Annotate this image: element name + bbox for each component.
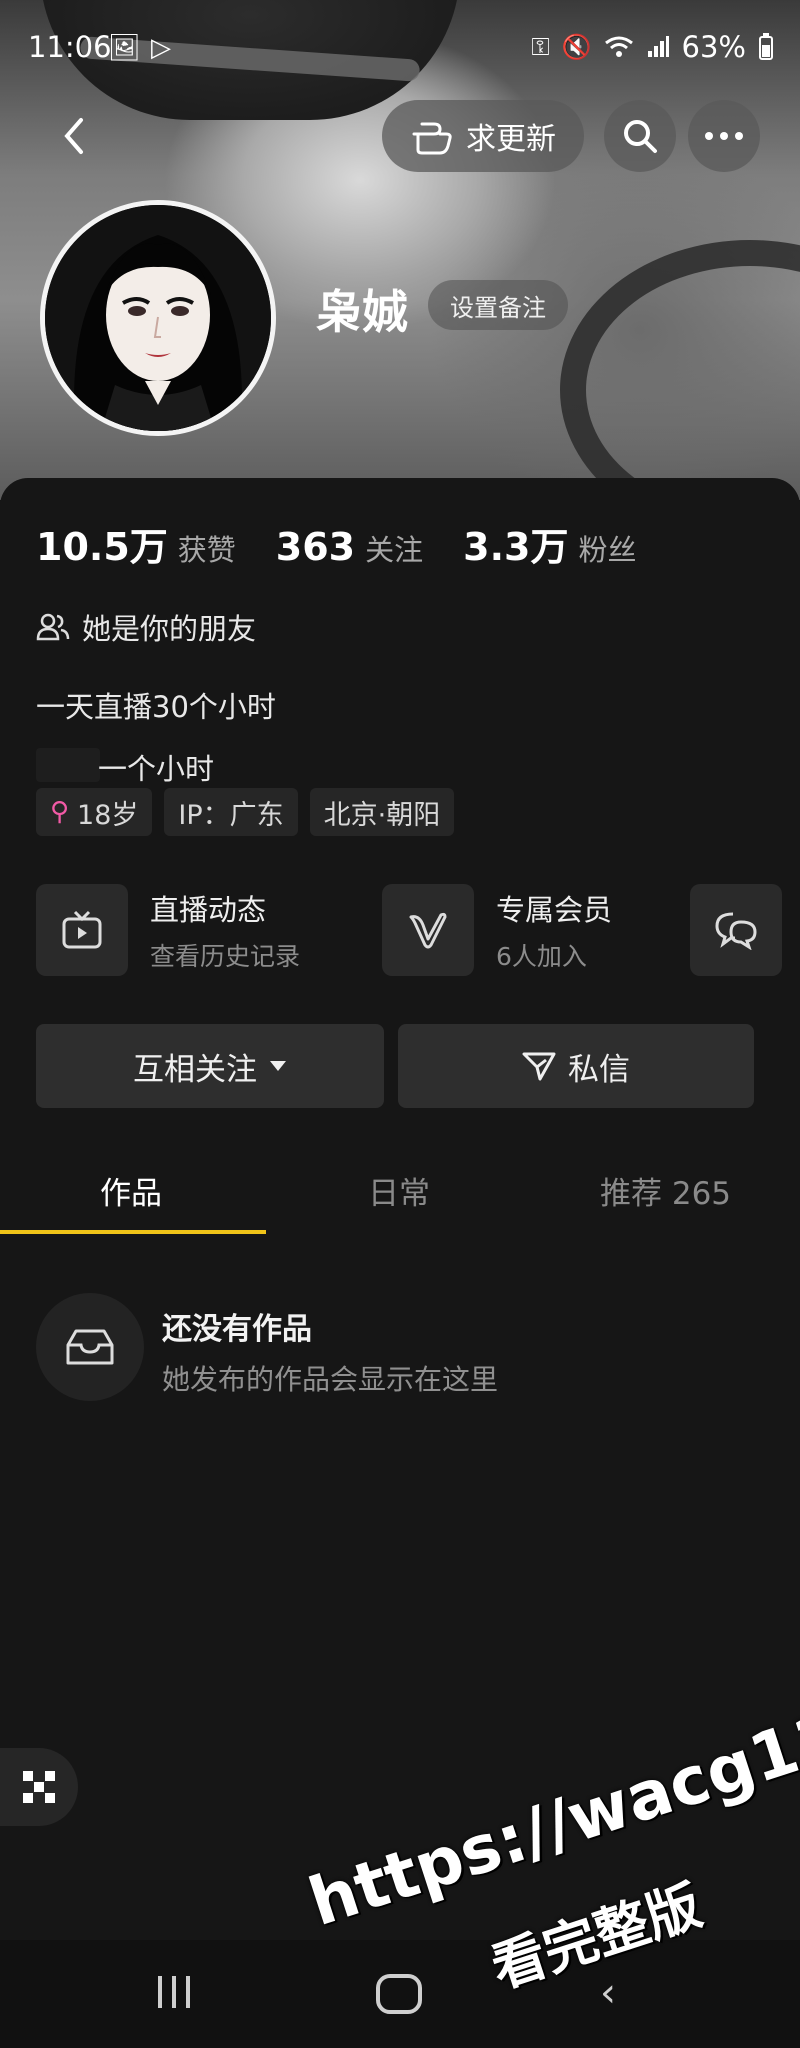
tv-icon xyxy=(36,884,128,976)
chat-bubbles-icon xyxy=(690,884,782,976)
gallery-icon: 🖼 xyxy=(108,33,142,63)
mutual-follow-button[interactable]: 互相关注 xyxy=(36,1024,384,1108)
bio-line: 一天直播30个小时 xyxy=(36,690,276,724)
content-tabs: 作品 日常 推荐 265 xyxy=(0,1168,800,1234)
profile-tags: ⚲ 18岁 IP：广东 北京·朝阳 xyxy=(36,788,455,836)
relation-info: 她是你的朋友 xyxy=(36,606,256,648)
tag-text: 18岁 xyxy=(77,799,139,831)
tab-recommended[interactable]: 推荐 265 xyxy=(600,1168,731,1213)
bio-obscured-text xyxy=(36,748,100,782)
request-update-button[interactable]: 求更新 xyxy=(382,100,584,172)
tag-location: 北京·朝阳 xyxy=(309,788,455,836)
friends-icon xyxy=(36,613,70,641)
stats-row: 10.5万 获赞 363 关注 3.3万 粉丝 xyxy=(36,516,636,571)
battery-level: 63% xyxy=(681,30,746,64)
status-time: 11:06 xyxy=(28,30,112,64)
caret-down-icon xyxy=(270,1061,286,1071)
live-history-title: 直播动态 xyxy=(150,893,267,927)
vip-membership-card[interactable]: 专属会员 6人加入 xyxy=(382,884,612,976)
mutual-follow-label: 互相关注 xyxy=(133,1051,257,1088)
set-remark-button[interactable]: 设置备注 xyxy=(428,280,568,330)
back-button[interactable] xyxy=(38,100,110,172)
tab-works[interactable]: 作品 xyxy=(100,1168,162,1213)
live-history-card[interactable]: 直播动态 查看历史记录 xyxy=(36,884,300,976)
female-icon: ⚲ xyxy=(50,797,70,827)
status-notification-icons: 🖼 ▷ xyxy=(108,33,171,63)
tag-age: ⚲ 18岁 xyxy=(36,788,153,836)
pointing-hand-icon xyxy=(412,122,452,155)
private-message-label: 私信 xyxy=(568,1051,630,1088)
battery-icon xyxy=(759,33,773,60)
stat-label: 关注 xyxy=(365,533,424,567)
floating-qr-button[interactable] xyxy=(0,1748,78,1826)
empty-state-title: 还没有作品 xyxy=(162,1312,312,1347)
search-button[interactable] xyxy=(604,100,676,172)
chevron-left-icon xyxy=(64,118,83,154)
bio-line: 一个小时 xyxy=(98,752,215,786)
relation-text: 她是你的朋友 xyxy=(82,612,257,646)
key-icon: ⚿ xyxy=(531,33,550,61)
empty-state-subtitle: 她发布的作品会显示在这里 xyxy=(162,1363,499,1396)
tag-text: 北京·朝阳 xyxy=(323,799,441,831)
system-navigation-bar: ‹ xyxy=(0,1940,800,2048)
username: 枭娍 xyxy=(316,285,408,339)
cover-wheel-shape xyxy=(560,240,800,500)
recent-apps-icon[interactable] xyxy=(154,1974,194,2010)
avatar-illustration xyxy=(45,205,271,431)
search-icon xyxy=(624,120,657,153)
tab-daily[interactable]: 日常 xyxy=(368,1168,430,1213)
stat-likes[interactable]: 10.5万 获赞 xyxy=(36,516,236,571)
stat-value: 363 xyxy=(275,525,356,569)
request-update-label: 求更新 xyxy=(466,122,556,157)
active-tab-indicator xyxy=(0,1230,266,1234)
tag-ip: IP：广东 xyxy=(164,788,298,836)
status-right-icons: ⚿ 🔇 63% xyxy=(531,30,774,64)
v-icon xyxy=(382,884,474,976)
inbox-icon xyxy=(36,1293,144,1401)
private-message-button[interactable]: 私信 xyxy=(398,1024,754,1108)
stat-value: 3.3万 xyxy=(463,525,569,569)
stat-label: 粉丝 xyxy=(578,533,637,567)
stat-followers[interactable]: 3.3万 粉丝 xyxy=(463,516,636,571)
qr-code-icon xyxy=(23,1771,55,1803)
stat-following[interactable]: 363 关注 xyxy=(276,525,423,569)
vip-membership-subtitle: 6人加入 xyxy=(496,942,587,971)
home-icon[interactable] xyxy=(376,1974,422,2014)
play-store-icon: ▷ xyxy=(151,33,172,63)
tag-text: IP：广东 xyxy=(178,799,284,831)
stat-value: 10.5万 xyxy=(36,525,168,569)
live-history-subtitle: 查看历史记录 xyxy=(150,942,301,971)
profile-panel: 10.5万 获赞 363 关注 3.3万 粉丝 她是你的朋友 一天直播30个小时… xyxy=(0,478,800,2048)
vip-membership-title: 专属会员 xyxy=(496,893,613,927)
more-button[interactable] xyxy=(688,100,760,172)
send-icon xyxy=(522,1052,556,1081)
group-chat-card[interactable] xyxy=(690,884,782,976)
stat-label: 获赞 xyxy=(177,533,236,567)
more-dots-icon xyxy=(705,132,743,140)
signal-icon xyxy=(647,36,669,57)
mute-icon: 🔇 xyxy=(561,33,592,61)
nav-back-icon[interactable]: ‹ xyxy=(600,1970,616,2016)
avatar[interactable] xyxy=(40,200,276,436)
status-bar: 11:06 🖼 ▷ ⚿ 🔇 63% xyxy=(0,0,800,92)
wifi-icon xyxy=(604,36,633,57)
